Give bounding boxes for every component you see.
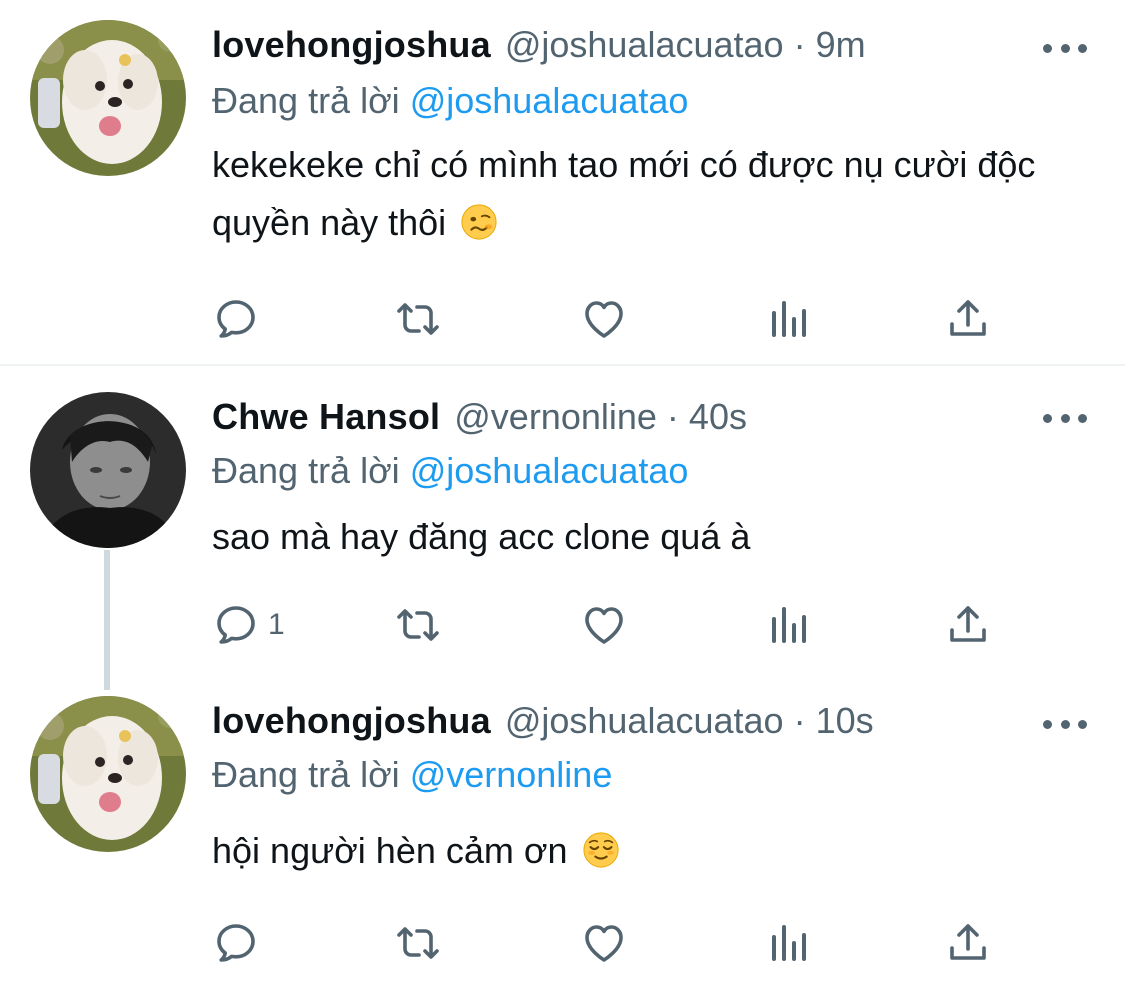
reply-icon [212, 919, 260, 967]
retweet-button[interactable] [394, 294, 442, 344]
dog-avatar-image [30, 20, 186, 176]
separator-dot: · [793, 24, 806, 65]
retweet-icon [394, 295, 442, 343]
replying-label: Đang trả lời [212, 754, 400, 795]
like-icon [580, 601, 628, 649]
display-name[interactable]: Chwe Hansol [212, 396, 440, 438]
timestamp[interactable]: 10s [816, 700, 874, 742]
views-icon [764, 601, 812, 649]
more-icon[interactable] [1043, 714, 1087, 734]
tweet-header: lovehongjoshua @joshualacuatao · 9m [212, 24, 866, 74]
reply-button[interactable]: 1 [212, 600, 285, 650]
action-bar [212, 294, 1002, 344]
mention-link[interactable]: @joshualacuatao [410, 80, 689, 121]
woozy-face-emoji [461, 204, 497, 240]
mention-link[interactable]: @vernonline [410, 754, 613, 795]
share-icon [944, 601, 992, 649]
tweet-text: sao mà hay đăng acc clone quá à [212, 508, 1092, 566]
user-handle[interactable]: @vernonline [454, 396, 657, 438]
reply-count: 1 [268, 608, 285, 641]
views-button[interactable] [764, 918, 812, 968]
like-button[interactable] [580, 918, 628, 968]
man-avatar-image [30, 392, 186, 548]
thread-connector [104, 550, 110, 690]
share-button[interactable] [944, 918, 992, 968]
retweet-icon [394, 601, 442, 649]
action-bar [212, 918, 1002, 968]
avatar[interactable] [30, 696, 186, 852]
user-handle[interactable]: @joshualacuatao [505, 700, 784, 742]
views-icon [764, 295, 812, 343]
views-button[interactable] [764, 600, 812, 650]
like-button[interactable] [580, 600, 628, 650]
tweet-body: kekekeke chỉ có mình tao mới có được nụ … [212, 144, 1036, 243]
retweet-button[interactable] [394, 918, 442, 968]
replying-to: Đang trả lời @joshualacuatao [212, 80, 688, 122]
reply-icon [212, 295, 260, 343]
separator-dot: · [793, 700, 806, 741]
reply-button[interactable] [212, 294, 268, 344]
display-name[interactable]: lovehongjoshua [212, 700, 491, 742]
more-icon[interactable] [1043, 408, 1087, 428]
tweet-header: Chwe Hansol @vernonline · 40s [212, 396, 747, 446]
replying-to: Đang trả lời @joshualacuatao [212, 450, 688, 492]
replying-label: Đang trả lời [212, 80, 400, 121]
reply-icon [212, 601, 260, 649]
dog-avatar-image [30, 696, 186, 852]
timestamp[interactable]: 40s [689, 396, 747, 438]
share-icon [944, 295, 992, 343]
retweet-icon [394, 919, 442, 967]
replying-to: Đang trả lời @vernonline [212, 754, 612, 796]
like-icon [580, 919, 628, 967]
tweet-text: kekekeke chỉ có mình tao mới có được nụ … [212, 136, 1092, 252]
replying-label: Đang trả lời [212, 450, 400, 491]
share-button[interactable] [944, 600, 992, 650]
tweet-body: sao mà hay đăng acc clone quá à [212, 516, 751, 557]
share-icon [944, 919, 992, 967]
like-button[interactable] [580, 294, 628, 344]
reply-button[interactable] [212, 918, 268, 968]
avatar[interactable] [30, 392, 186, 548]
mention-link[interactable]: @joshualacuatao [410, 450, 689, 491]
tweet-text: hội người hèn cảm ơn [212, 822, 1092, 880]
user-handle[interactable]: @joshualacuatao [505, 24, 784, 66]
views-button[interactable] [764, 294, 812, 344]
relieved-face-emoji [582, 832, 619, 868]
views-icon [764, 919, 812, 967]
retweet-button[interactable] [394, 600, 442, 650]
separator-dot: · [666, 396, 679, 437]
more-icon[interactable] [1043, 38, 1087, 58]
display-name[interactable]: lovehongjoshua [212, 24, 491, 66]
like-icon [580, 295, 628, 343]
tweet-body: hội người hèn cảm ơn [212, 830, 568, 871]
timestamp[interactable]: 9m [816, 24, 866, 66]
avatar[interactable] [30, 20, 186, 176]
divider [0, 364, 1125, 366]
share-button[interactable] [944, 294, 992, 344]
action-bar: 1 [212, 600, 1002, 650]
tweet-header: lovehongjoshua @joshualacuatao · 10s [212, 700, 874, 750]
